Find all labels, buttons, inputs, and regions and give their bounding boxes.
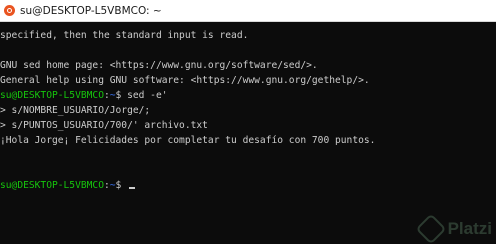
- platzi-watermark: Platzi: [415, 213, 492, 244]
- output-line: ¡Hola Jorge¡ Felicidades por completar t…: [0, 133, 496, 148]
- terminal-output[interactable]: specified, then the standard input is re…: [0, 22, 496, 244]
- terminal-window: su@DESKTOP-L5VBMCO: ~ specified, then th…: [0, 0, 496, 244]
- ubuntu-icon: [4, 5, 15, 16]
- output-line: specified, then the standard input is re…: [0, 28, 496, 43]
- prompt-line: su@DESKTOP-L5VBMCO:~$: [0, 178, 496, 193]
- prompt-user-host: su@DESKTOP-L5VBMCO: [0, 180, 104, 191]
- output-text: > s/NOMBRE_USUARIO/Jorge/;: [0, 105, 151, 116]
- output-text: GNU sed home page: <https://www.gnu.org/…: [0, 60, 318, 71]
- prompt-user-host: su@DESKTOP-L5VBMCO: [0, 90, 104, 101]
- output-line: General help using GNU software: <https:…: [0, 73, 496, 88]
- output-text: General help using GNU software: <https:…: [0, 75, 370, 86]
- platzi-logo-icon: [415, 213, 447, 244]
- window-title: su@DESKTOP-L5VBMCO: ~: [20, 4, 162, 17]
- title-bar[interactable]: su@DESKTOP-L5VBMCO: ~: [0, 0, 496, 22]
- prompt-line: su@DESKTOP-L5VBMCO:~$ sed -e': [0, 88, 496, 103]
- output-line: > s/PUNTOS_USUARIO/700/' archivo.txt: [0, 118, 496, 133]
- output-text: > s/PUNTOS_USUARIO/700/' archivo.txt: [0, 120, 208, 131]
- output-line: > s/NOMBRE_USUARIO/Jorge/;: [0, 103, 496, 118]
- watermark-text: Platzi: [447, 219, 492, 238]
- output-line: GNU sed home page: <https://www.gnu.org/…: [0, 58, 496, 73]
- output-text: ¡Hola Jorge¡ Felicidades por completar t…: [0, 135, 376, 146]
- prompt-command: $ sed -e': [115, 90, 168, 101]
- prompt-command: $: [115, 180, 128, 191]
- text-cursor: [129, 187, 136, 189]
- output-text: specified, then the standard input is re…: [0, 30, 249, 41]
